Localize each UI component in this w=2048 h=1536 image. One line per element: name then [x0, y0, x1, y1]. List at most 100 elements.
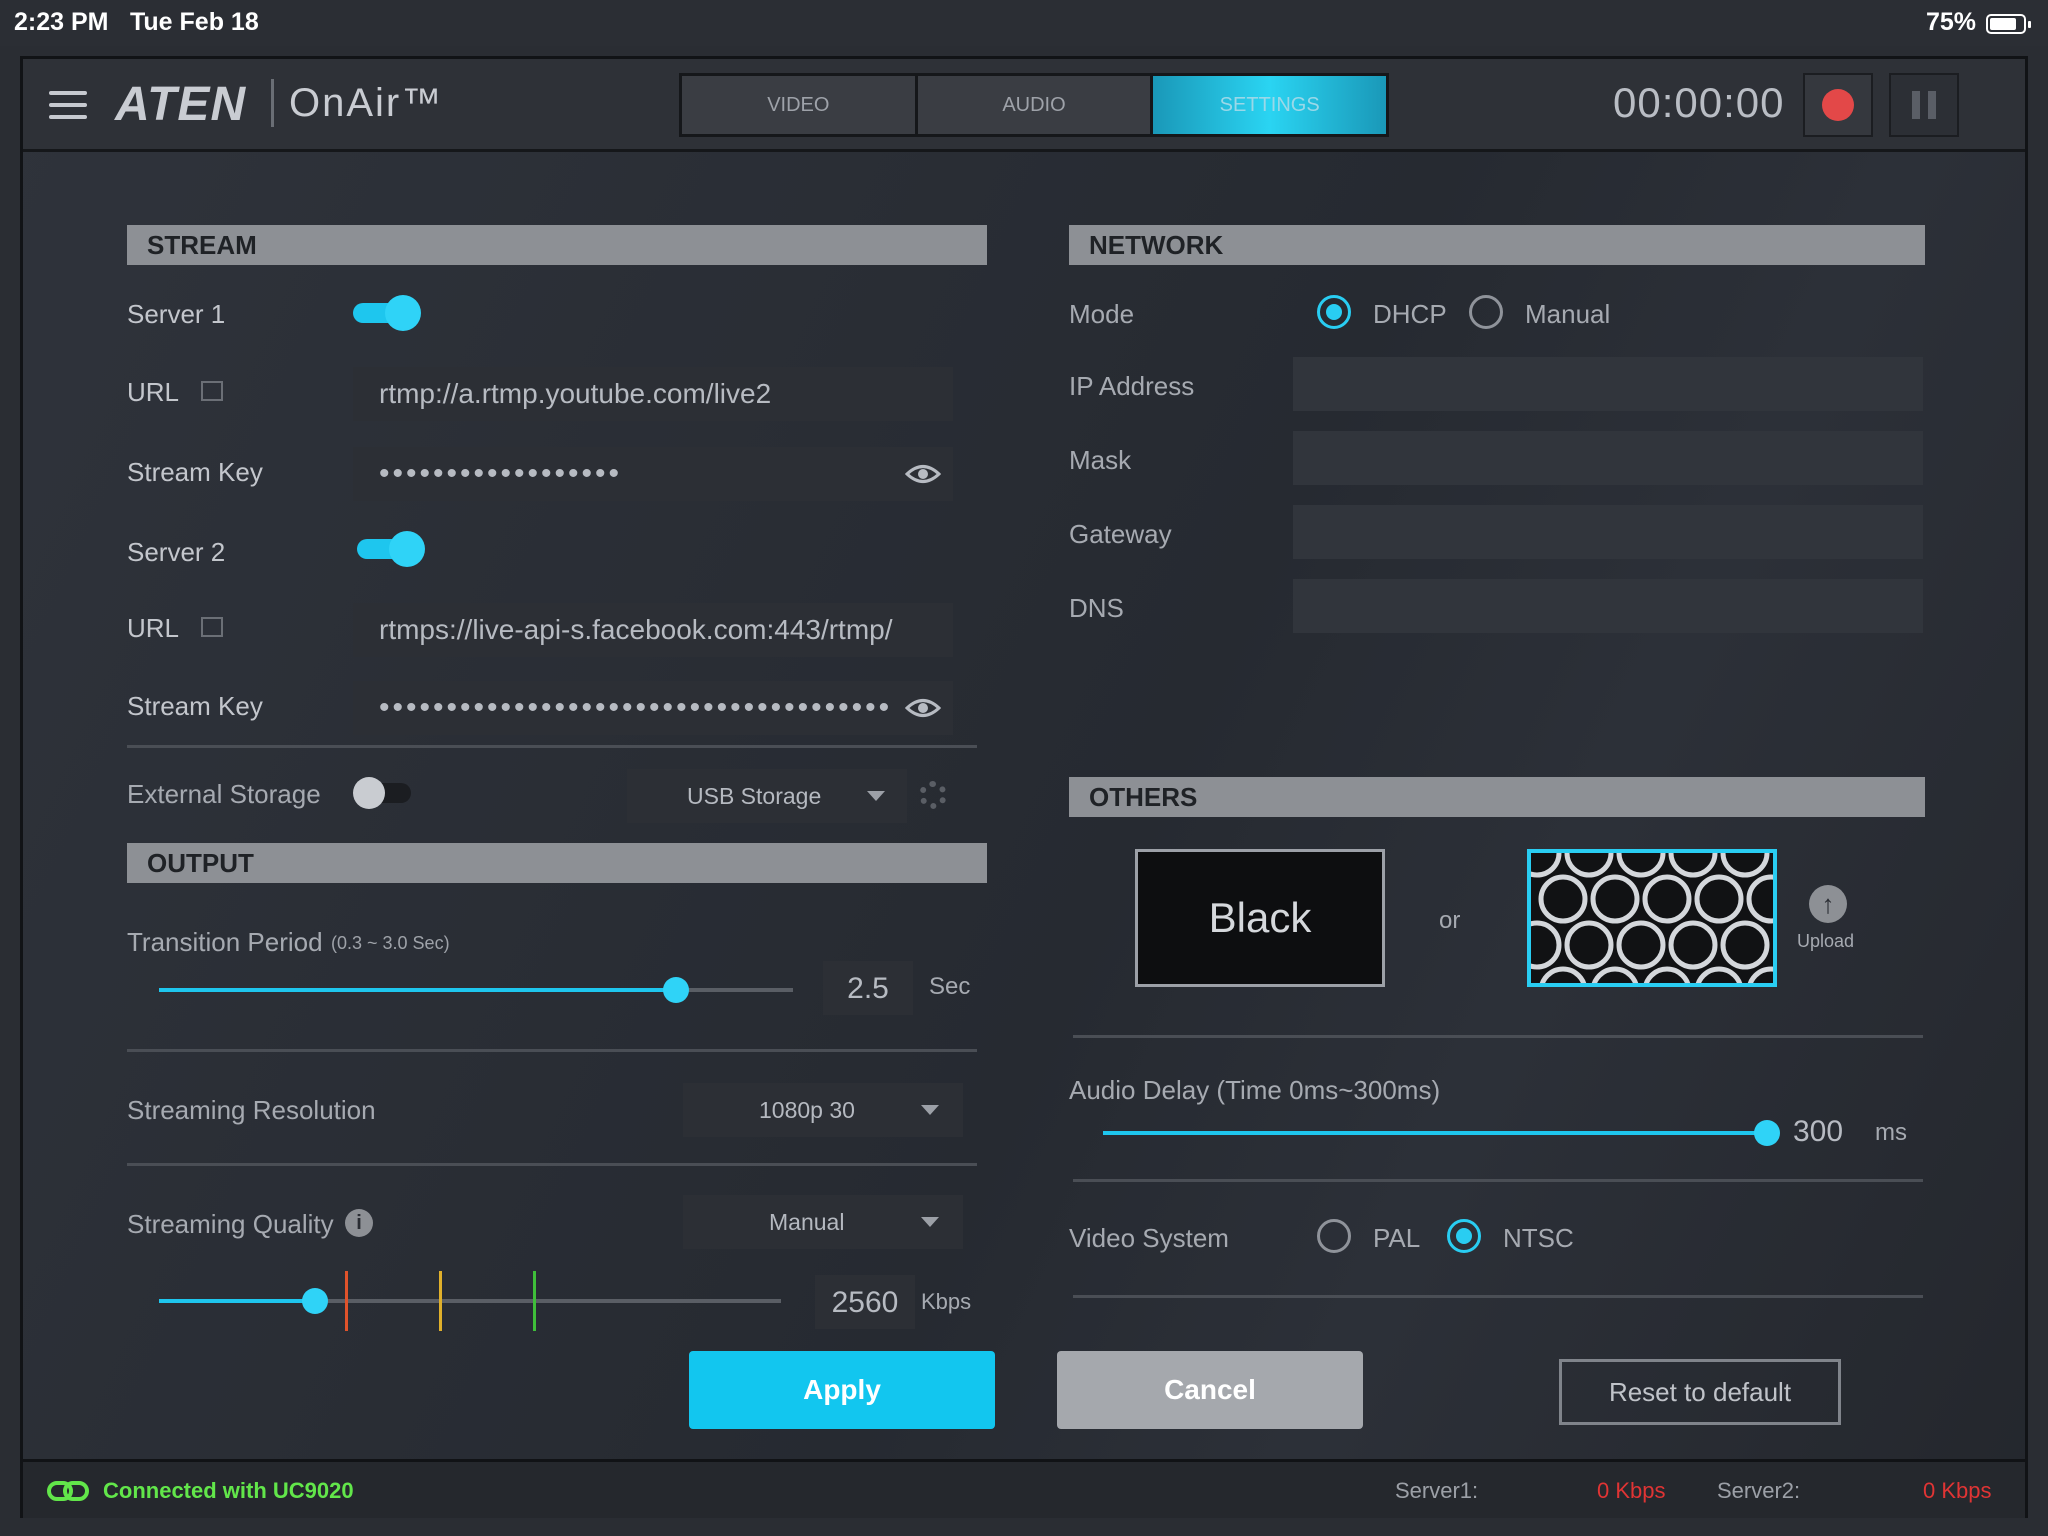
show-key2-eye-icon[interactable]	[905, 697, 941, 719]
status-date: Tue Feb 18	[130, 8, 259, 36]
chevron-down-icon	[921, 1105, 939, 1115]
tab-video[interactable]: VIDEO	[682, 76, 915, 134]
url1-list-icon[interactable]	[201, 381, 223, 401]
quality-select[interactable]: Manual	[683, 1195, 963, 1249]
reset-to-default-button[interactable]: Reset to default	[1559, 1359, 1841, 1425]
apply-button[interactable]: Apply	[689, 1351, 995, 1429]
status-bar: 2:23 PM Tue Feb 18 75%	[0, 0, 2048, 46]
transition-slider-knob[interactable]	[663, 977, 689, 1003]
ip-input[interactable]	[1293, 357, 1923, 411]
tab-audio[interactable]: AUDIO	[917, 76, 1151, 134]
external-storage-toggle[interactable]	[353, 775, 419, 809]
mode-manual-label: Manual	[1525, 299, 1611, 329]
transition-value[interactable]: 2.5	[823, 961, 913, 1015]
server2-rate-label: Server2:	[1717, 1478, 1801, 1503]
key1-input[interactable]: ••••••••••••••••••	[353, 447, 953, 501]
transition-label: Transition Period	[127, 927, 323, 957]
link-icon	[47, 1481, 89, 1501]
url1-input[interactable]: rtmp://a.rtmp.youtube.com/live2	[353, 367, 953, 421]
battery-icon	[1986, 14, 2031, 34]
quality-unit: Kbps	[921, 1289, 972, 1314]
hamburger-menu-icon[interactable]	[49, 91, 87, 119]
video-system-ntsc-label: NTSC	[1503, 1223, 1574, 1253]
dns-label: DNS	[1069, 593, 1124, 623]
resolution-divider	[127, 1163, 977, 1166]
video-system-divider	[1073, 1295, 1923, 1298]
pause-icon	[1912, 91, 1920, 119]
audio-delay-slider-fill	[1103, 1131, 1767, 1135]
top-bar: ATEN OnAir™ VIDEO AUDIO SETTINGS 00:00:0…	[23, 59, 2025, 152]
quality-slider-knob[interactable]	[302, 1288, 328, 1314]
mode-tabs: VIDEO AUDIO SETTINGS	[679, 73, 1389, 137]
quality-value[interactable]: 2560	[815, 1275, 915, 1329]
storage-settings-gear-icon[interactable]	[919, 781, 947, 809]
video-system-ntsc-radio[interactable]	[1447, 1219, 1481, 1253]
server1-rate: 0 Kbps	[1597, 1478, 1666, 1503]
show-key1-eye-icon[interactable]	[905, 463, 941, 485]
tab-settings[interactable]: SETTINGS	[1153, 76, 1387, 134]
image-screen-option[interactable]	[1527, 849, 1777, 987]
video-system-pal-label: PAL	[1373, 1223, 1421, 1253]
transition-range: (0.3 ~ 3.0 Sec)	[331, 933, 450, 953]
server1-rate-label: Server1:	[1395, 1478, 1479, 1503]
audio-delay-value[interactable]: 300	[1793, 1115, 1843, 1149]
mode-dhcp-radio[interactable]	[1317, 295, 1351, 329]
mode-manual-radio[interactable]	[1469, 295, 1503, 329]
mode-label: Mode	[1069, 299, 1135, 329]
gateway-label: Gateway	[1069, 519, 1172, 549]
audio-delay-unit: ms	[1875, 1119, 1907, 1146]
cancel-button[interactable]: Cancel	[1057, 1351, 1363, 1429]
resolution-select[interactable]: 1080p 30	[683, 1083, 963, 1137]
upload-icon[interactable]: ↑	[1809, 885, 1847, 923]
chevron-down-icon	[921, 1217, 939, 1227]
resolution-label: Streaming Resolution	[127, 1095, 376, 1125]
audio-divider	[1073, 1179, 1923, 1182]
audio-delay-slider-knob[interactable]	[1754, 1120, 1780, 1146]
mask-label: Mask	[1069, 445, 1132, 475]
ip-label: IP Address	[1069, 371, 1195, 401]
network-section-header: NETWORK	[1069, 225, 1925, 265]
black-screen-option[interactable]: Black	[1135, 849, 1385, 987]
connection-status: Connected with UC9020	[103, 1478, 354, 1503]
quality-slider-fill	[159, 1299, 315, 1303]
transition-divider	[127, 1049, 977, 1052]
url1-label: URL	[127, 377, 180, 407]
quality-label: Streaming Quality	[127, 1209, 334, 1239]
key2-label: Stream Key	[127, 691, 263, 721]
stream-divider	[127, 745, 977, 748]
url2-input[interactable]: rtmps://live-api-s.facebook.com:443/rtmp…	[353, 603, 953, 657]
quality-marker-green	[533, 1271, 536, 1331]
server1-toggle[interactable]	[353, 295, 421, 331]
server2-toggle[interactable]	[357, 531, 425, 567]
video-system-pal-radio[interactable]	[1317, 1219, 1351, 1253]
mask-input[interactable]	[1293, 431, 1923, 485]
quality-info-icon[interactable]: i	[345, 1209, 373, 1237]
external-storage-label: External Storage	[127, 779, 321, 809]
transition-slider-fill	[159, 988, 676, 992]
storage-select-value: USB Storage	[687, 783, 822, 809]
record-icon	[1822, 89, 1854, 121]
dns-input[interactable]	[1293, 579, 1923, 633]
output-section-header: OUTPUT	[127, 843, 987, 883]
url2-list-icon[interactable]	[201, 617, 223, 637]
chevron-down-icon	[867, 791, 885, 801]
url2-label: URL	[127, 613, 180, 643]
or-label: or	[1439, 907, 1461, 934]
record-button[interactable]	[1803, 73, 1873, 137]
key2-input[interactable]: ••••••••••••••••••••••••••••••••••••••	[353, 681, 953, 735]
quality-marker-yellow	[439, 1271, 442, 1331]
key1-label: Stream Key	[127, 457, 263, 487]
logo-separator	[271, 79, 274, 127]
transition-unit: Sec	[929, 973, 971, 1000]
mode-dhcp-label: DHCP	[1373, 299, 1447, 329]
server2-rate: 0 Kbps	[1923, 1478, 1992, 1503]
pause-button[interactable]	[1889, 73, 1959, 137]
gateway-input[interactable]	[1293, 505, 1923, 559]
others-section-header: OTHERS	[1069, 777, 1925, 817]
server1-label: Server 1	[127, 299, 226, 329]
stream-section-header: STREAM	[127, 225, 987, 265]
app-window: ATEN OnAir™ VIDEO AUDIO SETTINGS 00:00:0…	[20, 56, 2028, 1518]
footer-status-bar: Connected with UC9020 Server1: 0 Kbps Se…	[23, 1459, 2025, 1518]
audio-delay-label: Audio Delay (Time 0ms~300ms)	[1069, 1075, 1441, 1105]
storage-select[interactable]: USB Storage	[627, 769, 907, 823]
